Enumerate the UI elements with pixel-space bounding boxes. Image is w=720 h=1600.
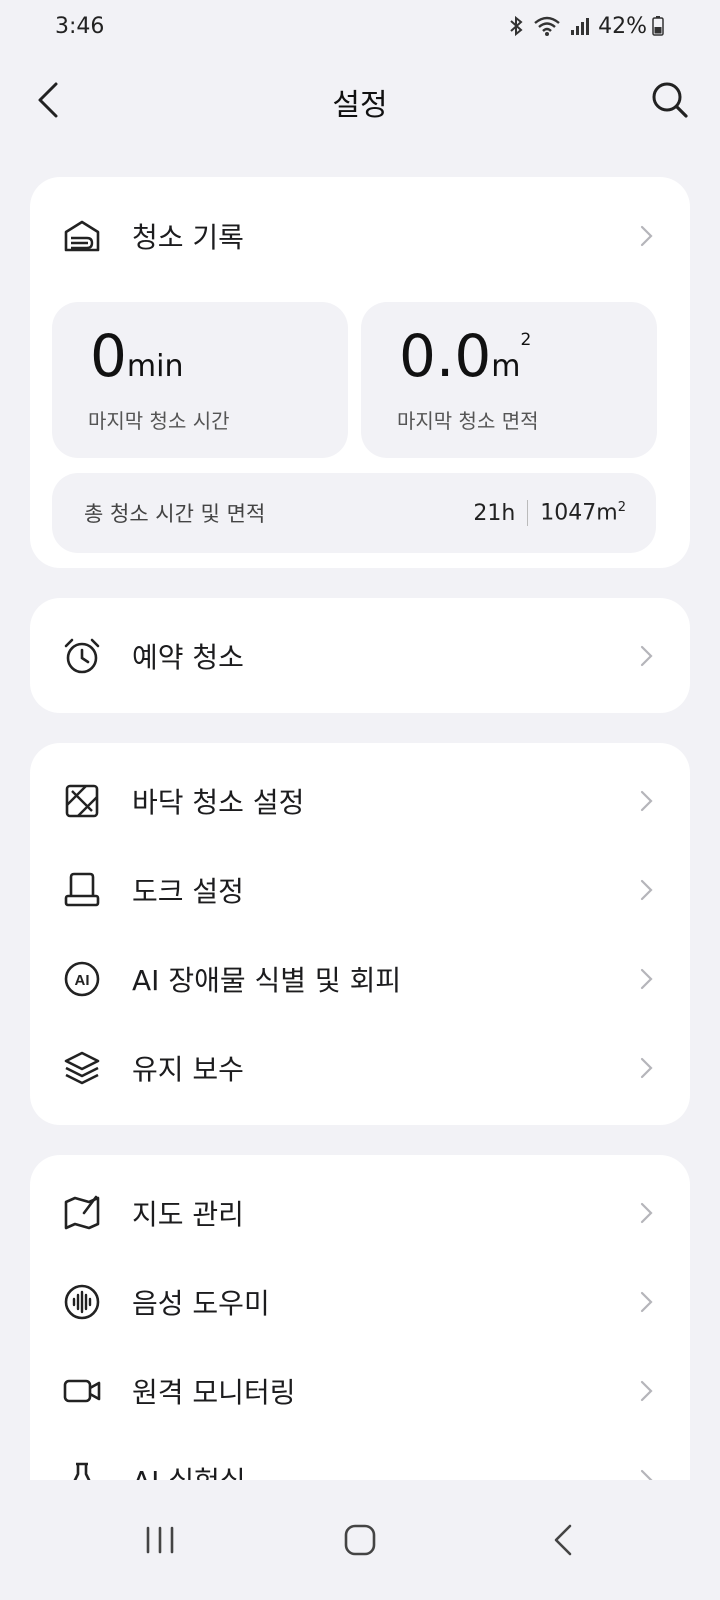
ai-obstacle-row[interactable]: AI AI 장애물 식별 및 회피: [30, 934, 690, 1024]
recent-apps-icon: [146, 1526, 174, 1554]
floor-cleaning-settings-label: 바닥 청소 설정: [132, 786, 305, 819]
signal-icon: [571, 18, 590, 35]
floor-icon: [65, 784, 99, 818]
total-clean-values: 21h 1047m2: [473, 500, 626, 526]
alarm-clock-icon: [64, 638, 100, 674]
chevron-right-icon: [640, 1202, 653, 1224]
voice-assistant-label: 음성 도우미: [132, 1287, 270, 1320]
last-clean-area-box: 0.0m2 마지막 청소 면적: [361, 302, 657, 458]
ai-obstacle-label: AI 장애물 식별 및 회피: [132, 964, 402, 997]
remote-monitoring-row[interactable]: 원격 모니터링: [30, 1346, 690, 1436]
back-nav-button[interactable]: [532, 1508, 596, 1572]
battery-percent: 42%: [598, 13, 647, 39]
chevron-right-icon: [640, 1057, 653, 1079]
chevron-right-icon: [640, 225, 653, 247]
last-clean-time-box: 0min 마지막 청소 시간: [52, 302, 348, 458]
chevron-right-icon: [640, 790, 653, 812]
chevron-right-icon: [640, 1291, 653, 1313]
battery-icon: [652, 16, 664, 36]
header: 설정: [0, 60, 720, 140]
chevron-right-icon: [640, 645, 653, 667]
cleaning-record-label: 청소 기록: [132, 221, 244, 254]
chevron-right-icon: [640, 1380, 653, 1402]
back-nav-icon: [554, 1524, 572, 1556]
dock-icon: [64, 872, 100, 907]
maintenance-row[interactable]: 유지 보수: [30, 1023, 690, 1113]
recent-apps-button[interactable]: [128, 1508, 192, 1572]
page-title: 설정: [332, 88, 388, 123]
chevron-right-icon: [640, 968, 653, 990]
cleaning-record-card: 청소 기록 0min 마지막 청소 시간 0.0m2 마지막 청소 면적 총 청…: [30, 177, 690, 568]
remote-monitoring-label: 원격 모니터링: [132, 1376, 296, 1409]
total-clean-box: 총 청소 시간 및 면적 21h 1047m2: [52, 473, 656, 553]
last-clean-time-label: 마지막 청소 시간: [88, 409, 230, 433]
schedule-label: 예약 청소: [132, 641, 244, 674]
search-button[interactable]: [648, 78, 692, 122]
camera-icon: [63, 1379, 101, 1403]
voice-assistant-row[interactable]: 음성 도우미: [30, 1257, 690, 1347]
status-time: 3:46: [55, 13, 105, 39]
search-icon: [652, 82, 688, 118]
home-icon: [344, 1524, 376, 1556]
home-button[interactable]: [328, 1508, 392, 1572]
total-clean-area: 1047m2: [540, 500, 626, 526]
bluetooth-icon: [510, 15, 523, 37]
ai-icon: AI: [64, 961, 100, 997]
layers-icon: [64, 1051, 100, 1085]
last-clean-area-value: 0.0m2: [399, 322, 532, 390]
chevron-right-icon: [640, 879, 653, 901]
total-clean-time: 21h: [473, 500, 516, 526]
dock-settings-label: 도크 설정: [132, 875, 244, 908]
schedule-row[interactable]: 예약 청소: [30, 611, 690, 701]
map-management-label: 지도 관리: [132, 1198, 244, 1231]
voice-icon: [64, 1284, 100, 1320]
dock-settings-row[interactable]: 도크 설정: [30, 845, 690, 935]
status-bar: 3:46 42%: [0, 0, 720, 52]
divider: [527, 500, 529, 526]
house-icon: [64, 220, 100, 252]
cleaning-record-row[interactable]: 청소 기록: [30, 191, 690, 281]
settings-group-card: 바닥 청소 설정 도크 설정 AI AI 장애물 식별 및 회피 유지 보수: [30, 743, 690, 1125]
schedule-card: 예약 청소: [30, 598, 690, 713]
navigation-bar: [0, 1480, 720, 1600]
maintenance-label: 유지 보수: [132, 1053, 244, 1086]
wifi-icon: [534, 16, 560, 36]
last-clean-time-value: 0min: [90, 322, 184, 390]
last-clean-area-label: 마지막 청소 면적: [397, 409, 539, 433]
svg-text:AI: AI: [75, 972, 90, 989]
map-management-row[interactable]: 지도 관리: [30, 1168, 690, 1258]
map-icon: [64, 1195, 100, 1230]
total-clean-label: 총 청소 시간 및 면적: [84, 502, 266, 526]
floor-cleaning-settings-row[interactable]: 바닥 청소 설정: [30, 756, 690, 846]
